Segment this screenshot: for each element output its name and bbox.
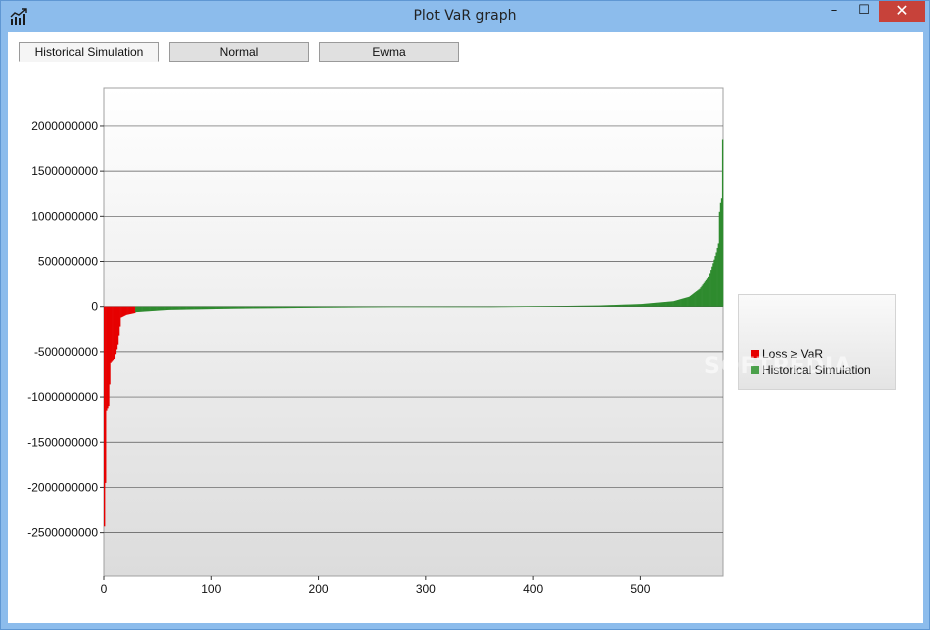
legend-label-simulation: Historical Simulation <box>762 363 871 377</box>
simulation-bar <box>721 139 724 307</box>
x-tick-label: 100 <box>201 582 221 596</box>
client-area: Historical Simulation Normal Ewma 200000… <box>8 32 923 623</box>
x-tick-label: 300 <box>416 582 436 596</box>
close-button[interactable]: ✕ <box>879 1 925 22</box>
x-tick-label: 0 <box>101 582 108 596</box>
y-tick-label: -2000000000 <box>27 480 98 494</box>
legend-swatch-simulation <box>751 366 759 374</box>
y-tick-label: 1000000000 <box>31 209 98 223</box>
y-tick-label: -2500000000 <box>27 526 98 540</box>
plot-area <box>103 87 724 577</box>
x-tick-label: 500 <box>630 582 650 596</box>
y-tick-label: 0 <box>91 300 98 314</box>
y-tick-label: 1500000000 <box>31 164 98 178</box>
x-tick-label: 200 <box>309 582 329 596</box>
y-tick-label: 500000000 <box>38 255 98 269</box>
y-tick-label: -500000000 <box>34 345 98 359</box>
title-bar[interactable]: Plot VaR graph – ☐ ✕ <box>1 1 929 33</box>
window-title: Plot VaR graph <box>413 8 517 24</box>
legend-item-loss: Loss ≥ VaR <box>751 347 823 361</box>
chart-legend: Loss ≥ VaR Historical Simulation <box>738 294 896 390</box>
maximize-button[interactable]: ☐ <box>849 1 879 22</box>
y-tick-label: -1000000000 <box>27 390 98 404</box>
minimize-button[interactable]: – <box>819 1 849 22</box>
x-tick-label: 400 <box>523 582 543 596</box>
y-tick-label: -1500000000 <box>27 435 98 449</box>
y-tick-label: 2000000000 <box>31 119 98 133</box>
legend-item-simulation: Historical Simulation <box>751 363 871 377</box>
legend-swatch-loss <box>751 350 759 358</box>
legend-label-loss: Loss ≥ VaR <box>762 347 824 361</box>
app-window: Plot VaR graph – ☐ ✕ Historical Simulati… <box>0 0 930 630</box>
